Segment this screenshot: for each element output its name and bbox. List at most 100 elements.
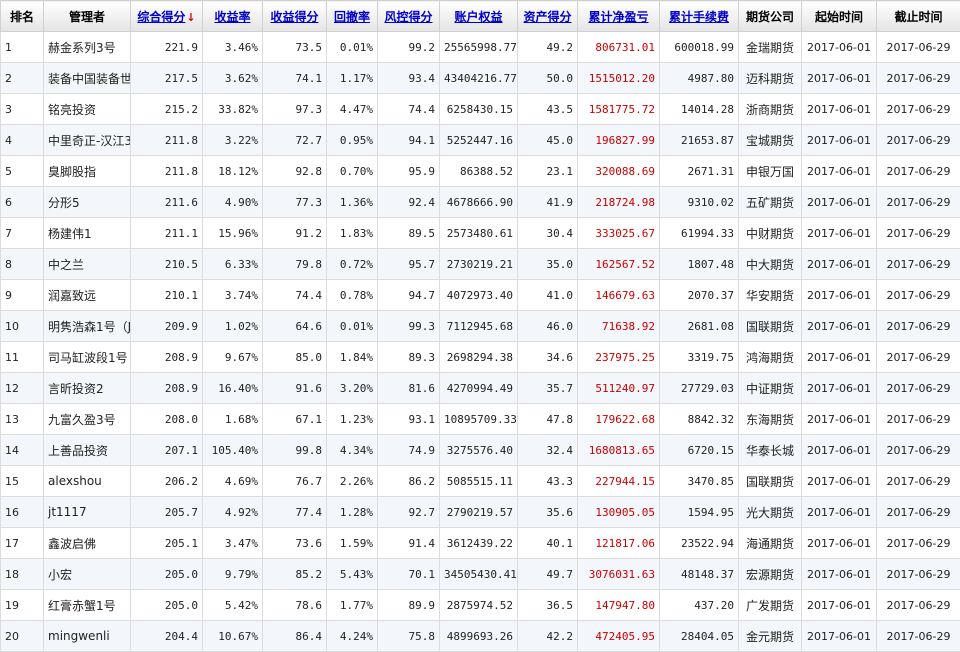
cell-drawdown: 0.78%: [327, 280, 378, 311]
cell-end-date: 2017-06-29: [877, 218, 960, 249]
cell-asset-score: 30.4: [518, 218, 578, 249]
cell-net-pnl: 237975.25: [578, 342, 660, 373]
cell-return-score: 86.4: [263, 621, 327, 652]
col-header-manager: 管理者: [44, 1, 131, 32]
cell-net-pnl: 179622.68: [578, 404, 660, 435]
cell-total-score: 211.8: [131, 156, 203, 187]
table-row: 3铭亮投资215.233.82%97.34.47%74.46258430.154…: [1, 94, 960, 125]
cell-end-date: 2017-06-29: [877, 187, 960, 218]
cell-manager: 臭脚股指: [44, 156, 131, 187]
cell-end-date: 2017-06-29: [877, 280, 960, 311]
cell-return-score: 99.8: [263, 435, 327, 466]
table-row: 12言昕投资2208.916.40%91.63.20%81.64270994.4…: [1, 373, 960, 404]
cell-start-date: 2017-06-01: [802, 590, 877, 621]
table-row: 17鑫波启佛205.13.47%73.61.59%91.43612439.224…: [1, 528, 960, 559]
cell-return-score: 91.6: [263, 373, 327, 404]
cell-start-date: 2017-06-01: [802, 528, 877, 559]
cell-net-pnl: 146679.63: [578, 280, 660, 311]
cell-net-pnl: 121817.06: [578, 528, 660, 559]
cell-asset-score: 41.0: [518, 280, 578, 311]
cell-manager: alexshou: [44, 466, 131, 497]
cell-manager: 分形5: [44, 187, 131, 218]
cell-asset-score: 35.6: [518, 497, 578, 528]
cell-return-score: 73.5: [263, 32, 327, 63]
cell-broker: 申银万国: [739, 156, 802, 187]
cell-total-score: 211.1: [131, 218, 203, 249]
col-header-risk-score[interactable]: 风控得分: [378, 1, 440, 32]
col-header-asset-score[interactable]: 资产得分: [518, 1, 578, 32]
cell-fees: 23522.94: [660, 528, 739, 559]
cell-equity: 3275576.40: [440, 435, 518, 466]
table-row: 7杨建伟1211.115.96%91.21.83%89.52573480.613…: [1, 218, 960, 249]
col-header-start-date: 起始时间: [802, 1, 877, 32]
cell-risk-score: 95.9: [378, 156, 440, 187]
cell-return-rate: 3.62%: [203, 63, 263, 94]
col-header-fees[interactable]: 累计手续费: [660, 1, 739, 32]
cell-rank: 12: [1, 373, 44, 404]
cell-drawdown: 4.24%: [327, 621, 378, 652]
cell-broker: 华安期货: [739, 280, 802, 311]
cell-manager: 司马缸波段1号: [44, 342, 131, 373]
col-header-net-pnl[interactable]: 累计净盈亏: [578, 1, 660, 32]
cell-return-score: 97.3: [263, 94, 327, 125]
cell-broker: 东海期货: [739, 404, 802, 435]
cell-start-date: 2017-06-01: [802, 497, 877, 528]
cell-return-rate: 33.82%: [203, 94, 263, 125]
cell-manager: mingwenli: [44, 621, 131, 652]
cell-broker: 宏源期货: [739, 559, 802, 590]
cell-end-date: 2017-06-29: [877, 559, 960, 590]
cell-net-pnl: 196827.99: [578, 125, 660, 156]
cell-drawdown: 0.95%: [327, 125, 378, 156]
cell-manager: 中之兰: [44, 249, 131, 280]
cell-fees: 2671.31: [660, 156, 739, 187]
cell-drawdown: 0.01%: [327, 311, 378, 342]
cell-rank: 20: [1, 621, 44, 652]
cell-net-pnl: 130905.05: [578, 497, 660, 528]
col-header-return-score[interactable]: 收益得分: [263, 1, 327, 32]
cell-end-date: 2017-06-29: [877, 435, 960, 466]
cell-start-date: 2017-06-01: [802, 280, 877, 311]
cell-start-date: 2017-06-01: [802, 435, 877, 466]
cell-return-score: 73.6: [263, 528, 327, 559]
cell-drawdown: 3.20%: [327, 373, 378, 404]
cell-asset-score: 34.6: [518, 342, 578, 373]
cell-end-date: 2017-06-29: [877, 404, 960, 435]
cell-manager: 润嘉致远: [44, 280, 131, 311]
cell-return-rate: 15.96%: [203, 218, 263, 249]
table-row: 14上善品投资207.1105.40%99.84.34%74.93275576.…: [1, 435, 960, 466]
cell-rank: 6: [1, 187, 44, 218]
table-row: 5臭脚股指211.818.12%92.80.70%95.986388.5223.…: [1, 156, 960, 187]
cell-return-rate: 5.42%: [203, 590, 263, 621]
col-header-equity[interactable]: 账户权益: [440, 1, 518, 32]
cell-equity: 2730219.21: [440, 249, 518, 280]
col-header-return-rate[interactable]: 收益率: [203, 1, 263, 32]
cell-total-score: 208.9: [131, 342, 203, 373]
cell-equity: 25565998.77: [440, 32, 518, 63]
cell-return-rate: 4.90%: [203, 187, 263, 218]
cell-risk-score: 75.8: [378, 621, 440, 652]
table-row: 9润嘉致远210.13.74%74.40.78%94.74072973.4041…: [1, 280, 960, 311]
cell-asset-score: 49.7: [518, 559, 578, 590]
cell-asset-score: 23.1: [518, 156, 578, 187]
cell-broker: 浙商期货: [739, 94, 802, 125]
cell-start-date: 2017-06-01: [802, 311, 877, 342]
cell-end-date: 2017-06-29: [877, 373, 960, 404]
cell-return-rate: 3.22%: [203, 125, 263, 156]
cell-start-date: 2017-06-01: [802, 373, 877, 404]
cell-risk-score: 93.4: [378, 63, 440, 94]
col-header-total-score[interactable]: 综合得分↓: [131, 1, 203, 32]
cell-equity: 6258430.15: [440, 94, 518, 125]
cell-equity: 86388.52: [440, 156, 518, 187]
cell-fees: 2681.08: [660, 311, 739, 342]
cell-return-rate: 4.92%: [203, 497, 263, 528]
cell-asset-score: 45.0: [518, 125, 578, 156]
cell-equity: 2790219.57: [440, 497, 518, 528]
col-header-drawdown[interactable]: 回撤率: [327, 1, 378, 32]
cell-equity: 2698294.38: [440, 342, 518, 373]
cell-broker: 广发期货: [739, 590, 802, 621]
cell-return-score: 79.8: [263, 249, 327, 280]
cell-manager: 明隽浩森1号（J: [44, 311, 131, 342]
cell-rank: 14: [1, 435, 44, 466]
cell-return-score: 77.4: [263, 497, 327, 528]
cell-broker: 中大期货: [739, 249, 802, 280]
